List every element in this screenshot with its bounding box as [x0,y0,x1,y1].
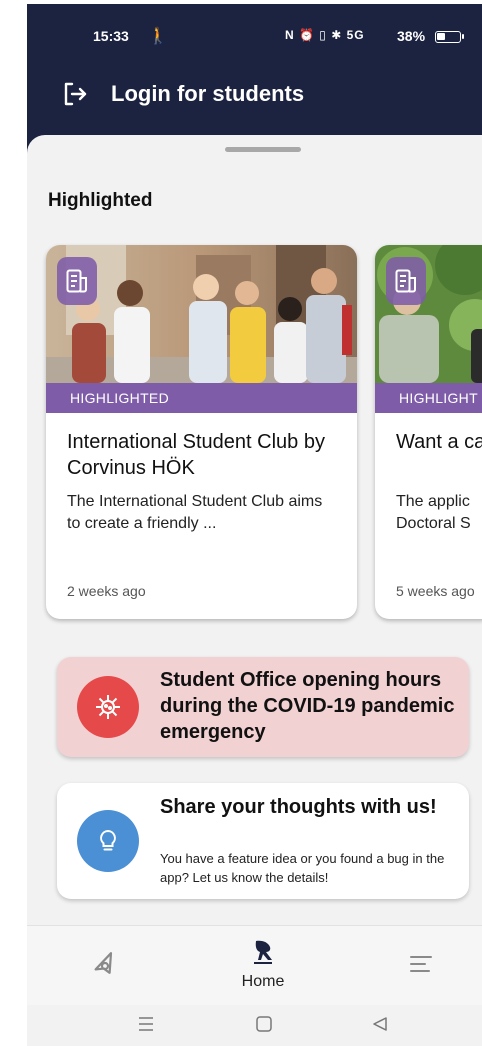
document-icon [66,269,88,293]
highlighted-card[interactable]: HIGHLIGHT Want a ca The applic Doctoral … [375,245,482,619]
card-description-line: The applic [396,493,470,510]
card-timestamp: 5 weeks ago [396,583,475,599]
menu-lines-icon [410,956,432,972]
highlighted-card[interactable]: HIGHLIGHTED International Student Club b… [46,245,357,619]
feedback-subtitle: You have a feature idea or you found a b… [160,851,445,885]
highlighted-tag: HIGHLIGHTED [46,383,357,413]
bottom-navigation: Home [27,925,482,1005]
virus-icon [77,676,139,738]
article-type-badge [57,257,97,305]
document-icon [395,269,417,293]
covid-notice-title: Student Office opening hours during the … [160,669,455,743]
home-logo-icon [254,940,272,964]
status-indicators: N ⏰ ▯ ✱ 5G [285,28,365,42]
feedback-title: Share your thoughts with us! [160,796,437,818]
nav-home[interactable]: Home [223,926,303,1006]
recent-apps-icon[interactable] [137,1015,155,1033]
home-square-icon[interactable] [255,1015,273,1033]
compass-icon [94,952,113,974]
article-type-badge [386,257,426,305]
system-navigation-bar [27,1005,482,1046]
back-triangle-icon[interactable] [371,1015,389,1033]
lightbulb-icon [77,810,139,872]
covid-notice-banner[interactable]: Student Office opening hours during the … [57,657,469,757]
battery-percent: 38% [397,28,426,44]
card-title: International Student Club by Corvinus H… [67,431,325,479]
nav-explore[interactable] [75,926,135,1006]
login-arrow-icon [64,82,87,106]
sheet-drag-handle[interactable] [225,147,301,152]
card-title: Want a ca [396,431,482,453]
card-photo-students [46,245,357,383]
content-sheet[interactable]: Highlighted HIGHLIGHTED International St… [27,135,482,925]
card-description: The applic Doctoral S [396,491,482,535]
status-time: 15:33 [93,28,129,44]
highlighted-tag: HIGHLIGHT [375,383,482,413]
walking-person-icon: 🚶 [148,28,168,45]
app-screen: 15:33 🚶 N ⏰ ▯ ✱ 5G 38% Login for student… [27,4,482,1046]
login-label: Login for students [111,81,305,106]
status-bar: 15:33 🚶 N ⏰ ▯ ✱ 5G 38% [27,28,482,46]
login-button[interactable]: Login for students [61,78,304,110]
section-title-highlighted: Highlighted [48,190,153,211]
card-description-line: Doctoral S [396,515,471,532]
battery-icon [435,31,464,43]
nav-more[interactable] [393,926,453,1006]
nav-home-label: Home [241,973,285,990]
feedback-banner[interactable]: Share your thoughts with us! You have a … [57,783,469,899]
card-description: The International Student Club aims to c… [67,493,323,532]
card-photo [375,245,482,383]
card-timestamp: 2 weeks ago [67,583,146,599]
